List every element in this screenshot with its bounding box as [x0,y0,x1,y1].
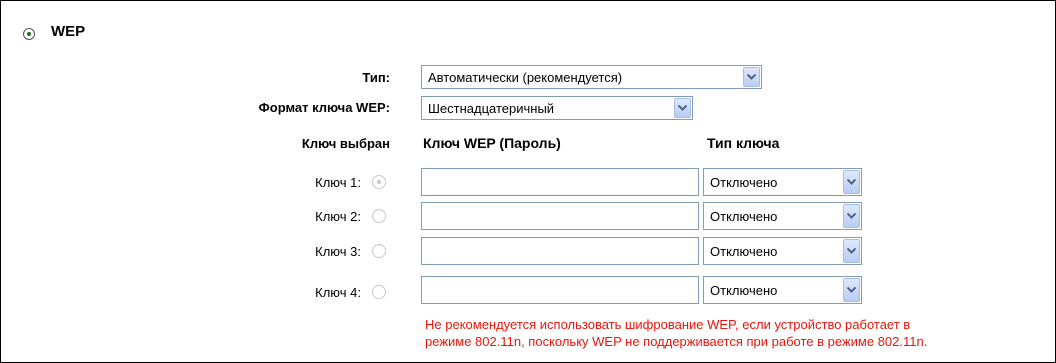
type-select[interactable]: Автоматически (рекомендуется) [421,65,762,89]
key-2-radio[interactable] [372,209,386,223]
type-select-value: Автоматически (рекомендуется) [428,70,623,85]
wep-warning-message: Не рекомендуется использовать шифрование… [425,316,1045,350]
chevron-down-icon[interactable] [843,278,860,302]
key-1-type-value: Отключено [710,175,778,190]
key-2-input[interactable] [421,202,699,230]
key-3-radio[interactable] [372,244,386,258]
key-1-label: Ключ 1: [315,175,361,190]
type-label: Тип: [362,70,390,85]
chevron-down-icon[interactable] [843,204,860,228]
key-4-input[interactable] [421,276,699,304]
warning-line-1: Не рекомендуется использовать шифрование… [425,317,911,332]
chevron-down-icon[interactable] [674,98,691,118]
header-key-selected: Ключ выбран [301,136,390,151]
key-4-type-select[interactable]: Отключено [703,276,862,304]
key-4-radio[interactable] [372,285,386,299]
warning-line-2: режиме 802.11n, поскольку WEP не поддерж… [425,334,928,349]
format-label: Формат ключа WEP: [258,100,390,115]
wep-settings-panel: WEP Тип: Автоматически (рекомендуется) Ф… [0,0,1056,363]
key-2-label: Ключ 2: [315,209,361,224]
chevron-down-icon[interactable] [743,67,760,87]
key-1-input[interactable] [421,168,699,196]
chevron-down-icon[interactable] [843,170,860,194]
section-title: WEP [51,23,86,40]
header-wep-key: Ключ WEP (Пароль) [423,135,561,151]
key-2-type-select[interactable]: Отключено [703,202,862,230]
chevron-down-icon[interactable] [843,239,860,263]
header-key-type: Тип ключа [707,135,780,151]
key-3-label: Ключ 3: [315,244,361,259]
key-3-type-value: Отключено [710,244,778,259]
key-3-input[interactable] [421,237,699,265]
key-1-radio[interactable] [372,175,386,189]
key-4-label: Ключ 4: [315,285,361,300]
key-1-type-select[interactable]: Отключено [703,168,862,196]
key-3-type-select[interactable]: Отключено [703,237,862,265]
key-4-type-value: Отключено [710,283,778,298]
wep-section-radio[interactable] [23,28,35,40]
key-2-type-value: Отключено [710,209,778,224]
format-select[interactable]: Шестнадцатеричный [421,96,693,120]
format-select-value: Шестнадцатеричный [428,101,555,116]
